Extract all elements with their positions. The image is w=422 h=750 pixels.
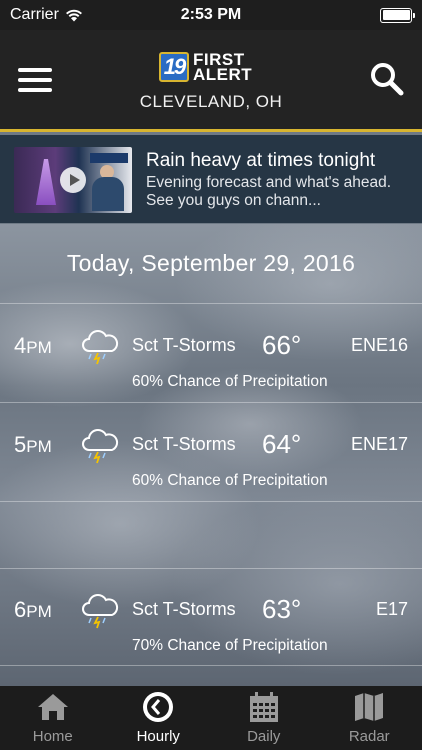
promo-subtitle: Evening forecast and what's ahead. See y…: [146, 174, 392, 209]
wifi-icon: [65, 9, 82, 21]
search-icon[interactable]: [368, 60, 406, 98]
status-bar: Carrier 2:53 PM: [0, 0, 422, 30]
status-time: 2:53 PM: [180, 6, 242, 23]
hourly-row[interactable]: 4PM Sct T-Storms 66° ENE16 60% Chance of…: [0, 305, 422, 403]
logo-line-2: ALERT: [193, 65, 253, 84]
hour-time: 5PM: [14, 432, 52, 457]
status-left: Carrier: [10, 6, 160, 24]
clock-icon: [143, 692, 174, 722]
hour-temperature: 66°: [262, 330, 302, 360]
tab-bar: Home Hourly Daily Radar: [0, 686, 422, 750]
tab-label-daily: Daily: [247, 728, 281, 745]
hour-condition: Sct T-Storms: [132, 599, 236, 619]
video-thumbnail[interactable]: [14, 147, 132, 213]
hour-condition: Sct T-Storms: [132, 335, 236, 355]
thunderstorm-cloud-icon: [82, 594, 119, 629]
status-right: [262, 7, 415, 23]
hourly-row[interactable]: 5PM Sct T-Storms 64° ENE17 60% Chance of…: [0, 404, 422, 502]
home-icon: [37, 694, 68, 720]
logo-text: FIRST ALERT: [193, 51, 253, 84]
tab-hourly[interactable]: Hourly: [106, 686, 212, 750]
tab-radar[interactable]: Radar: [317, 686, 422, 750]
app-header: 19 FIRST ALERT CLEVELAND, OH: [0, 30, 422, 132]
date-heading: Today, September 29, 2016: [0, 224, 422, 304]
video-promo[interactable]: Rain heavy at times tonight Evening fore…: [0, 135, 422, 223]
hour-precipitation: 60% Chance of Precipitation: [132, 373, 328, 390]
hour-time: 6PM: [14, 597, 52, 622]
promo-text: Rain heavy at times tonight Evening fore…: [146, 150, 412, 210]
battery-icon: [380, 7, 415, 23]
carrier-label: Carrier: [10, 6, 59, 23]
first-alert-logo: 19 FIRST ALERT: [159, 51, 253, 84]
hourly-row[interactable]: 6PM Sct T-Storms 63° E17 70% Chance of P…: [0, 568, 422, 666]
promo-title: Rain heavy at times tonight: [146, 150, 376, 171]
hour-wind: E17: [375, 599, 408, 619]
hour-wind: ENE16: [350, 335, 408, 355]
tab-home[interactable]: Home: [0, 686, 106, 750]
hamburger-menu-icon[interactable]: [18, 68, 52, 94]
hour-temperature: 63°: [262, 594, 302, 624]
tab-label-radar: Radar: [348, 728, 390, 745]
hour-precipitation: 60% Chance of Precipitation: [132, 472, 328, 489]
tab-label-hourly: Hourly: [136, 728, 180, 745]
hour-precipitation: 70% Chance of Precipitation: [132, 637, 328, 654]
city-label: CLEVELAND, OH: [139, 92, 283, 111]
tab-label-home: Home: [32, 728, 73, 745]
thunderstorm-cloud-icon: [82, 429, 119, 464]
hour-wind: ENE17: [350, 434, 408, 454]
hour-condition: Sct T-Storms: [132, 434, 236, 454]
hour-temperature: 64°: [262, 429, 302, 459]
map-icon: [355, 693, 384, 721]
calendar-icon: [249, 692, 278, 722]
hour-time: 4PM: [14, 333, 52, 358]
tab-daily[interactable]: Daily: [211, 686, 317, 750]
thunderstorm-cloud-icon: [82, 330, 119, 365]
play-icon[interactable]: [60, 167, 86, 193]
logo-badge: 19: [159, 52, 189, 82]
